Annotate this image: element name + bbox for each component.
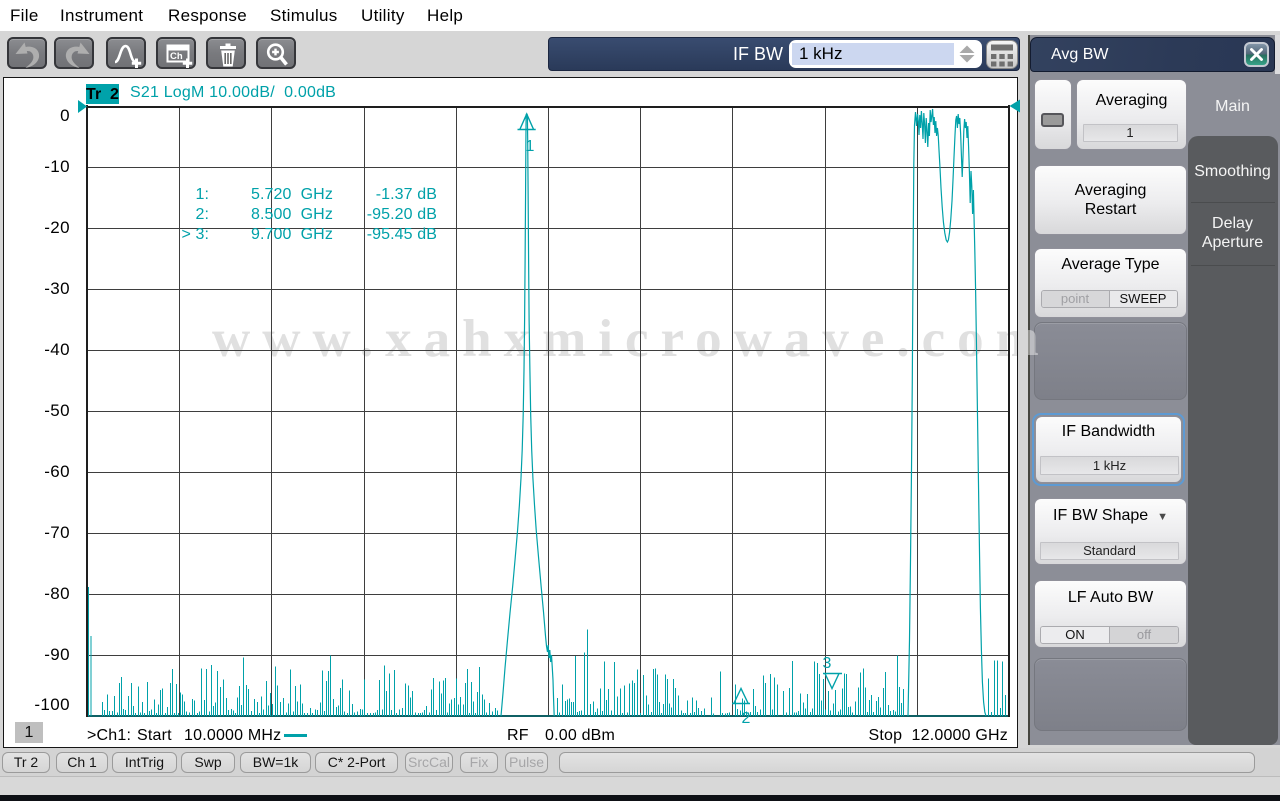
svg-text:Ch: Ch bbox=[170, 51, 183, 62]
